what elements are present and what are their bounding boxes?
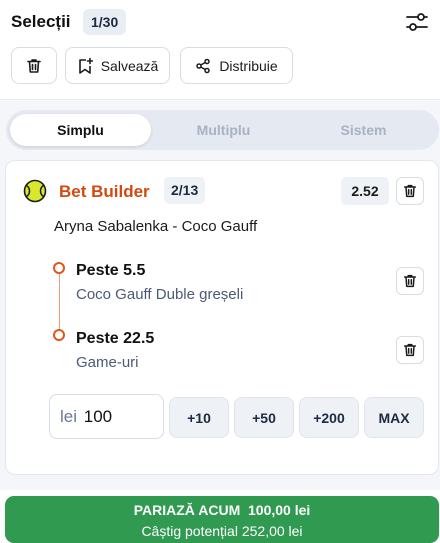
quick-stake-50-button[interactable]: +50 — [234, 397, 294, 438]
selection-title: Peste 22.5 — [76, 330, 155, 347]
selection-count-badge: 1/30 — [83, 9, 127, 35]
bet-type-tabs: Simplu Multiplu Sistem — [6, 110, 439, 150]
quick-stake-200-button[interactable]: +200 — [299, 397, 359, 438]
selection-market: Coco Gauff Duble greșeli — [76, 286, 244, 303]
remove-selection-button[interactable] — [396, 336, 424, 364]
share-label: Distribuie — [219, 57, 278, 74]
filter-sliders-icon — [406, 13, 428, 31]
place-bet-button[interactable]: PARIAZĂ ACUM 100,00 lei Câștig potențial… — [5, 496, 439, 543]
selection-dot — [53, 329, 65, 341]
bookmark-add-icon — [78, 57, 93, 74]
match-name: Aryna Sabalenka - Coco Gauff — [54, 218, 258, 235]
trash-icon — [403, 274, 417, 288]
trash-icon — [27, 58, 41, 73]
save-label: Salvează — [100, 57, 159, 74]
delete-all-button[interactable] — [11, 47, 57, 84]
bet-type-tabs-area: Simplu Multiplu Sistem — [0, 100, 440, 160]
selection-title: Peste 5.5 — [76, 262, 146, 279]
share-icon — [196, 58, 211, 73]
remove-selection-button[interactable] — [396, 267, 424, 295]
trash-icon — [403, 184, 417, 198]
tab-simplu[interactable]: Simplu — [10, 114, 151, 146]
quick-stake-10-button[interactable]: +10 — [169, 397, 229, 438]
place-bet-amount: 100,00 lei — [248, 502, 311, 518]
save-button[interactable]: Salvează — [65, 47, 170, 84]
settings-button[interactable] — [402, 8, 432, 36]
odds-value: 2.52 — [341, 177, 389, 205]
selection-connector — [59, 274, 60, 330]
stake-input[interactable]: lei 100 — [49, 394, 164, 439]
tab-multiplu[interactable]: Multiplu — [156, 114, 291, 146]
tennis-ball-icon — [23, 179, 47, 203]
betslip-header: Selecții 1/30 Salvează Distribuie — [0, 0, 440, 100]
quick-stake-max-button[interactable]: MAX — [364, 397, 424, 438]
stake-currency: lei — [60, 407, 78, 426]
page-title: Selecții — [11, 12, 71, 31]
potential-win: Câștig potențial 252,00 lei — [141, 523, 303, 539]
stake-value: 100 — [83, 407, 113, 426]
bet-builder-count-badge: 2/13 — [164, 177, 206, 204]
place-bet-label: PARIAZĂ ACUM — [133, 502, 241, 518]
selection-dot — [53, 262, 65, 274]
place-bet-label-line: PARIAZĂ ACUM 100,00 lei — [5, 502, 439, 518]
tab-sistem[interactable]: Sistem — [296, 114, 431, 146]
trash-icon — [403, 343, 417, 357]
selection-market: Game-uri — [76, 354, 139, 371]
share-button[interactable]: Distribuie — [180, 47, 293, 84]
bet-builder-title: Bet Builder — [59, 182, 150, 201]
remove-bet-builder-button[interactable] — [396, 177, 424, 205]
